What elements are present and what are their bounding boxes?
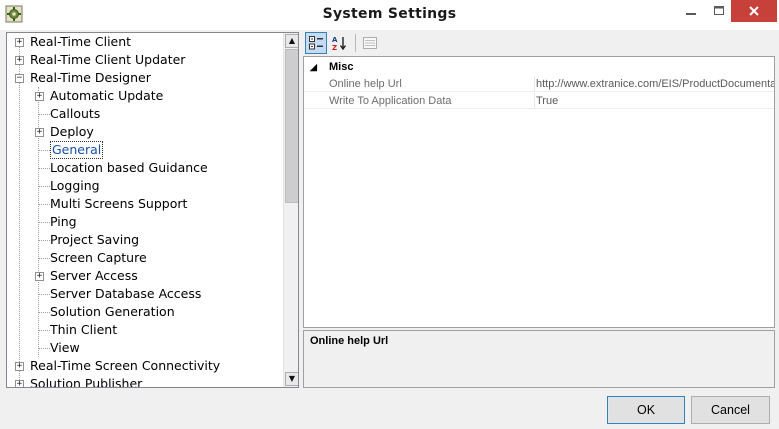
property-grid-toolbar: A Z	[303, 30, 775, 56]
tree-item-label: Multi Screens Support	[50, 196, 188, 211]
property-grid: ◢ Misc Online help Url http://www.extran…	[303, 56, 775, 328]
tree-item-label: Deploy	[50, 124, 94, 139]
categorized-icon	[309, 36, 323, 50]
category-misc[interactable]: ◢ Misc	[304, 59, 774, 75]
tree-scrollbar[interactable]: ▲ ▼	[283, 33, 298, 387]
chevron-down-icon: ▼	[288, 374, 296, 383]
tree-connector-saving	[38, 240, 50, 241]
tree-item-label: Project Saving	[50, 232, 140, 247]
tree-connector-logging	[38, 186, 50, 187]
property-description-title: Online help Url	[310, 335, 389, 347]
ok-button[interactable]: OK	[607, 396, 685, 424]
tree-item-label: View	[50, 340, 80, 355]
tree-item-label: Solution Publisher	[30, 376, 143, 388]
sort-alphabetical-icon: A Z	[332, 36, 347, 52]
categorized-button[interactable]	[305, 32, 327, 54]
tree-item-label: Server Access	[50, 268, 138, 283]
tree-connector-general	[38, 150, 50, 151]
tree-connector-capture	[38, 258, 50, 259]
property-value[interactable]: http://www.extranice.com/EIS/ProductDocu…	[534, 76, 774, 92]
settings-tree: + Real-Time Client + Real-Time Client Up…	[7, 33, 283, 387]
window-title: System Settings	[322, 6, 457, 22]
tree-item-label: Real-Time Screen Connectivity	[30, 358, 221, 373]
scrollbar-thumb[interactable]	[285, 49, 298, 203]
scroll-down-button[interactable]: ▼	[285, 372, 298, 386]
property-name: Online help Url	[329, 78, 402, 90]
tree-item-label: Solution Generation	[50, 304, 175, 319]
tree-item-label: Real-Time Client	[30, 34, 132, 49]
property-pages-button[interactable]	[359, 32, 381, 54]
property-row-online-help-url[interactable]: Online help Url http://www.extranice.com…	[304, 76, 774, 92]
expand-icon[interactable]: +	[35, 128, 44, 137]
tree-item-label-selected: General	[50, 141, 104, 159]
tree-connector-location	[38, 168, 50, 169]
expand-icon[interactable]: +	[15, 56, 24, 65]
category-label: Misc	[329, 61, 354, 73]
scroll-up-button[interactable]: ▲	[285, 34, 298, 48]
settings-tree-panel: + Real-Time Client + Real-Time Client Up…	[6, 32, 299, 388]
tree-connector-thin	[38, 330, 50, 331]
tree-item-label: Location based Guidance	[50, 160, 208, 175]
maximize-icon	[714, 6, 724, 15]
property-name: Write To Application Data	[329, 95, 452, 107]
svg-text:Z: Z	[332, 44, 337, 51]
collapse-icon[interactable]: −	[15, 74, 24, 83]
property-value[interactable]: True	[534, 93, 774, 109]
close-icon	[749, 6, 759, 16]
expand-icon[interactable]: +	[15, 380, 24, 387]
minimize-button[interactable]	[676, 0, 706, 22]
tree-item-label: Screen Capture	[50, 250, 147, 265]
tree-item-label: Callouts	[50, 106, 101, 121]
property-grid-panel: A Z ◢ Misc Online help Url http://www.ex…	[303, 30, 775, 388]
toolbar-separator	[355, 34, 356, 52]
collapse-category-icon[interactable]: ◢	[310, 59, 317, 75]
title-bar: System Settings	[0, 0, 779, 30]
tree-item-label: Real-Time Client Updater	[30, 52, 186, 67]
minimize-icon	[686, 13, 696, 15]
chevron-up-icon: ▲	[288, 36, 296, 45]
expand-icon[interactable]: +	[15, 38, 24, 47]
tree-item-label: Real-Time Designer	[30, 70, 151, 85]
cancel-button[interactable]: Cancel	[691, 396, 770, 424]
tree-connector-view	[38, 348, 50, 349]
tree-item-label: Logging	[50, 178, 100, 193]
maximize-button[interactable]	[704, 0, 734, 22]
property-description-box: Online help Url	[303, 330, 775, 388]
tree-connector-ping	[38, 222, 50, 223]
tree-connector-generation	[38, 312, 50, 313]
tree-connector-multi	[38, 204, 50, 205]
property-pages-icon	[363, 37, 377, 49]
tree-item-label: Server Database Access	[50, 286, 202, 301]
expand-icon[interactable]: +	[35, 92, 44, 101]
expand-icon[interactable]: +	[35, 272, 44, 281]
tree-item-label: Ping	[50, 214, 77, 229]
svg-text:A: A	[332, 36, 338, 44]
alphabetical-button[interactable]: A Z	[329, 32, 351, 54]
tree-item-label: Thin Client	[50, 322, 118, 337]
tree-item-label: Automatic Update	[50, 88, 164, 103]
close-button[interactable]	[731, 0, 777, 22]
tree-connector-root	[19, 42, 20, 384]
expand-icon[interactable]: +	[15, 362, 24, 371]
tree-connector-callouts	[38, 114, 50, 115]
property-row-write-to-application-data[interactable]: Write To Application Data True	[304, 93, 774, 109]
settings-dialog: + Real-Time Client + Real-Time Client Up…	[0, 30, 779, 429]
tree-connector-dbaccess	[38, 294, 50, 295]
